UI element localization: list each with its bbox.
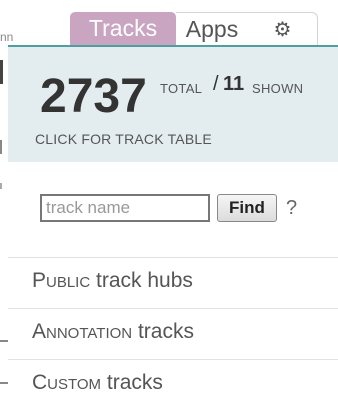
- background-fragment: [0, 60, 3, 84]
- gear-icon: ⚙: [273, 18, 292, 41]
- menu-item-label: Custom: [32, 371, 102, 394]
- menu-item-label: tracks: [137, 320, 194, 343]
- tab-tracks[interactable]: Tracks: [70, 12, 176, 45]
- total-count: 2737: [40, 70, 147, 123]
- track-stats[interactable]: 2737 TOTAL / 11 SHOWN CLICK FOR TRACK TA…: [8, 47, 338, 162]
- tab-settings[interactable]: ⚙: [248, 12, 318, 45]
- shown-label: SHOWN: [252, 81, 304, 96]
- background-fragment: [0, 140, 2, 154]
- shown-count: 11: [223, 73, 245, 95]
- count-separator: /: [213, 73, 219, 95]
- divider: [8, 308, 338, 309]
- track-table-link[interactable]: CLICK FOR TRACK TABLE: [35, 131, 212, 147]
- menu-public-track-hubs[interactable]: Public track hubs: [32, 269, 193, 299]
- track-name-input[interactable]: [40, 194, 210, 222]
- background-fragment-text: nn: [0, 30, 14, 44]
- menu-item-label: track hubs: [96, 269, 193, 292]
- help-icon[interactable]: ?: [286, 197, 297, 220]
- divider: [8, 257, 338, 258]
- total-label: TOTAL: [160, 81, 203, 96]
- menu-item-label: Annotation: [32, 320, 133, 343]
- divider: [8, 359, 338, 360]
- menu-item-label: Public: [32, 269, 91, 292]
- menu-annotation-tracks[interactable]: Annotation tracks: [32, 320, 194, 350]
- tracks-panel: 2737 TOTAL / 11 SHOWN CLICK FOR TRACK TA…: [8, 47, 338, 408]
- menu-custom-tracks[interactable]: Custom tracks: [32, 371, 163, 401]
- panel-tabs: Tracks Apps ⚙: [70, 12, 318, 46]
- tab-apps[interactable]: Apps: [176, 12, 248, 45]
- menu-item-label: tracks: [106, 371, 163, 394]
- background-fragment: [0, 183, 2, 189]
- find-button[interactable]: Find: [217, 194, 277, 222]
